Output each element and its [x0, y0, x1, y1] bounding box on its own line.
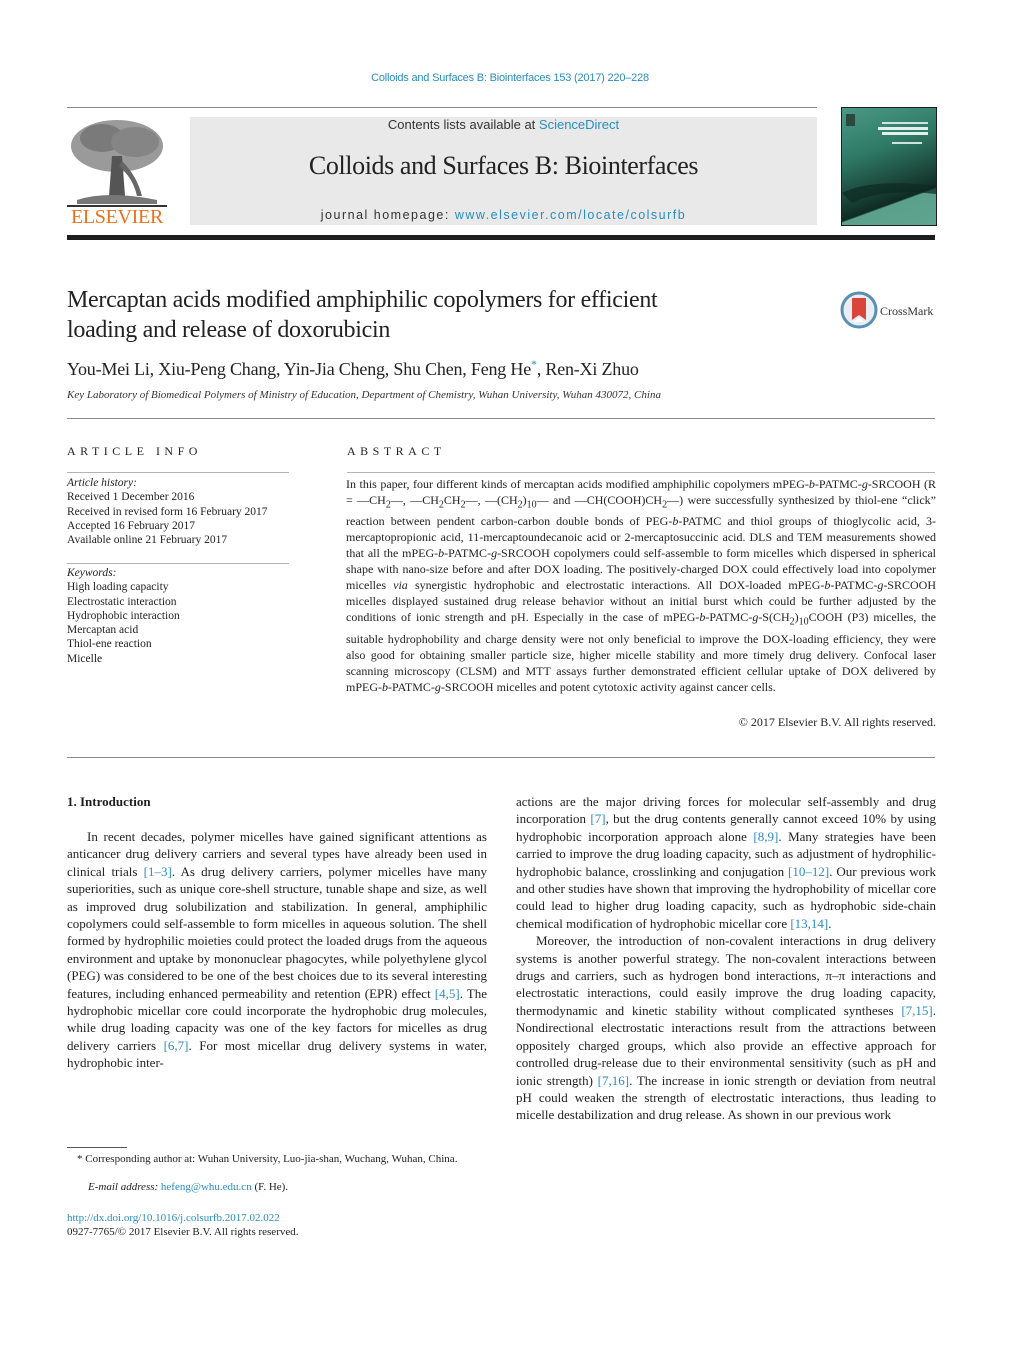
text-fragment: -PATMC- — [814, 477, 862, 491]
abstract-bottom-rule — [67, 757, 935, 758]
article-history-label: Article history: — [67, 477, 137, 489]
citation-link[interactable]: [7,15] — [901, 1003, 932, 1018]
text-fragment: -PATMC- — [388, 679, 435, 694]
masthead-top-rule — [67, 107, 817, 108]
abstract-rule — [347, 472, 935, 473]
authors-rest: , Ren-Xi Zhuo — [536, 359, 639, 379]
affiliation: Key Laboratory of Biomedical Polymers of… — [67, 389, 661, 401]
email-link[interactable]: hefeng@whu.edu.cn — [161, 1181, 252, 1193]
elsevier-wordmark: ELSEVIER — [70, 206, 164, 228]
elsevier-tree-icon — [67, 116, 167, 208]
body-column-right: actions are the major driving forces for… — [516, 793, 936, 1124]
citation-link[interactable]: [4,5] — [435, 986, 460, 1001]
keyword-item: Thiol-ene reaction — [67, 638, 152, 651]
title-divider — [67, 418, 935, 419]
corresponding-author-footnote: * Corresponding author at: Wuhan Univers… — [77, 1153, 458, 1165]
email-footnote: E-mail address: hefeng@whu.edu.cn (F. He… — [88, 1181, 288, 1193]
keywords-rule — [67, 563, 289, 564]
journal-homepage-link[interactable]: www.elsevier.com/locate/colsurfb — [455, 208, 686, 222]
text-fragment: — and —CH(COOH)CH — [536, 493, 663, 507]
contents-prefix: Contents lists available at — [387, 117, 539, 132]
intro-paragraph: In recent decades, polymer micelles have… — [67, 828, 487, 1072]
abstract-heading: ABSTRACT — [347, 444, 446, 458]
keywords-label: Keywords: — [67, 567, 117, 579]
authors-main: You-Mei Li, Xiu-Peng Chang, Yin-Jia Chen… — [67, 359, 531, 379]
abstract-copyright: © 2017 Elsevier B.V. All rights reserved… — [738, 715, 936, 729]
history-online: Available online 21 February 2017 — [67, 534, 228, 547]
text-fragment: -PATMC- — [705, 610, 753, 625]
history-received: Received 1 December 2016 — [67, 491, 195, 504]
section-heading-introduction: 1. Introduction — [67, 794, 151, 809]
text-fragment: —, —CH — [390, 493, 439, 507]
text-fragment: via — [393, 578, 408, 593]
text-fragment: . — [828, 915, 832, 931]
citation-link[interactable]: [10–12] — [788, 864, 829, 879]
crossmark-button[interactable]: CrossMark — [840, 290, 940, 330]
intro-paragraph: Moreover, the introduction of non-covale… — [516, 932, 936, 1123]
masthead-bottom-rule — [67, 235, 935, 240]
contents-available-line: Contents lists available at ScienceDirec… — [190, 117, 817, 132]
sciencedirect-link[interactable]: ScienceDirect — [539, 117, 619, 132]
crossmark-icon — [840, 291, 878, 329]
text-fragment: CH — [443, 493, 461, 507]
email-label: E-mail address: — [88, 1181, 161, 1193]
article-history: Article history: Received 1 December 201… — [67, 476, 268, 547]
text-fragment: -SRCOOH micelles and potent cytotoxic ac… — [440, 679, 776, 694]
abstract-text: In this paper, four different kinds of m… — [346, 476, 936, 695]
keyword-item: Hydrophobic interaction — [67, 609, 180, 622]
citation-link[interactable]: [7] — [590, 811, 605, 826]
keyword-item: Electrostatic interaction — [67, 595, 177, 608]
text-fragment: Moreover, the introduction of non-covale… — [516, 933, 936, 1018]
citation-link[interactable]: [6,7] — [164, 1038, 189, 1053]
text-fragment: -PATMC- — [830, 578, 878, 593]
email-suffix: (F. He). — [251, 1181, 289, 1193]
author-list: You-Mei Li, Xiu-Peng Chang, Yin-Jia Chen… — [67, 357, 639, 380]
footnote-rule — [67, 1147, 127, 1148]
elsevier-logo[interactable]: ELSEVIER — [67, 116, 167, 228]
article-title: Mercaptan acids modified amphiphilic cop… — [67, 285, 807, 345]
history-revised: Received in revised form 16 February 201… — [67, 505, 268, 518]
keyword-item: Mercaptan acid — [67, 624, 139, 637]
journal-cover-art — [842, 114, 936, 203]
body-column-left: In recent decades, polymer micelles have… — [67, 828, 487, 1072]
article-info-rule — [67, 472, 289, 473]
keywords: Keywords: High loading capacity Electros… — [67, 566, 180, 666]
text-fragment: . As drug delivery carriers, polymer mic… — [67, 863, 487, 1001]
intro-paragraph-continued: actions are the major driving forces for… — [516, 793, 936, 932]
citation-link[interactable]: [1–3] — [144, 864, 172, 879]
text-fragment: -S(CH — [758, 610, 790, 625]
text-fragment: 10 — [526, 499, 537, 511]
journal-cover-icon[interactable] — [841, 107, 937, 226]
text-fragment: In this paper, four different kinds of m… — [346, 477, 809, 491]
article-info-heading: ARTICLE INFO — [67, 444, 202, 458]
homepage-prefix: journal homepage: — [320, 208, 455, 222]
text-fragment: —, —(CH — [465, 493, 518, 507]
journal-homepage-line: journal homepage: www.elsevier.com/locat… — [190, 208, 817, 222]
running-head-citation[interactable]: Colloids and Surfaces B: Biointerfaces 1… — [0, 72, 1020, 84]
journal-title: Colloids and Surfaces B: Biointerfaces — [308, 151, 699, 180]
citation-link[interactable]: [8,9] — [753, 829, 778, 844]
history-accepted: Accepted 16 February 2017 — [67, 519, 196, 532]
keyword-item: High loading capacity — [67, 581, 169, 594]
crossmark-label: CrossMark — [880, 304, 933, 318]
text-fragment: -PATMC- — [444, 546, 492, 561]
text-fragment: synergistic hydrophobic and electrostati… — [407, 578, 825, 593]
issn-copyright: 0927-7765/© 2017 Elsevier B.V. All right… — [67, 1226, 299, 1238]
citation-link[interactable]: [7,16] — [598, 1073, 629, 1088]
keyword-item: Micelle — [67, 652, 103, 665]
article-title-line-1: Mercaptan acids modified amphiphilic cop… — [67, 287, 658, 313]
article-title-line-2: loading and release of doxorubicin — [67, 317, 391, 343]
citation-link[interactable]: [13,14] — [790, 916, 828, 931]
doi-link[interactable]: http://dx.doi.org/10.1016/j.colsurfb.201… — [67, 1212, 280, 1224]
text-fragment: 10 — [798, 616, 809, 628]
